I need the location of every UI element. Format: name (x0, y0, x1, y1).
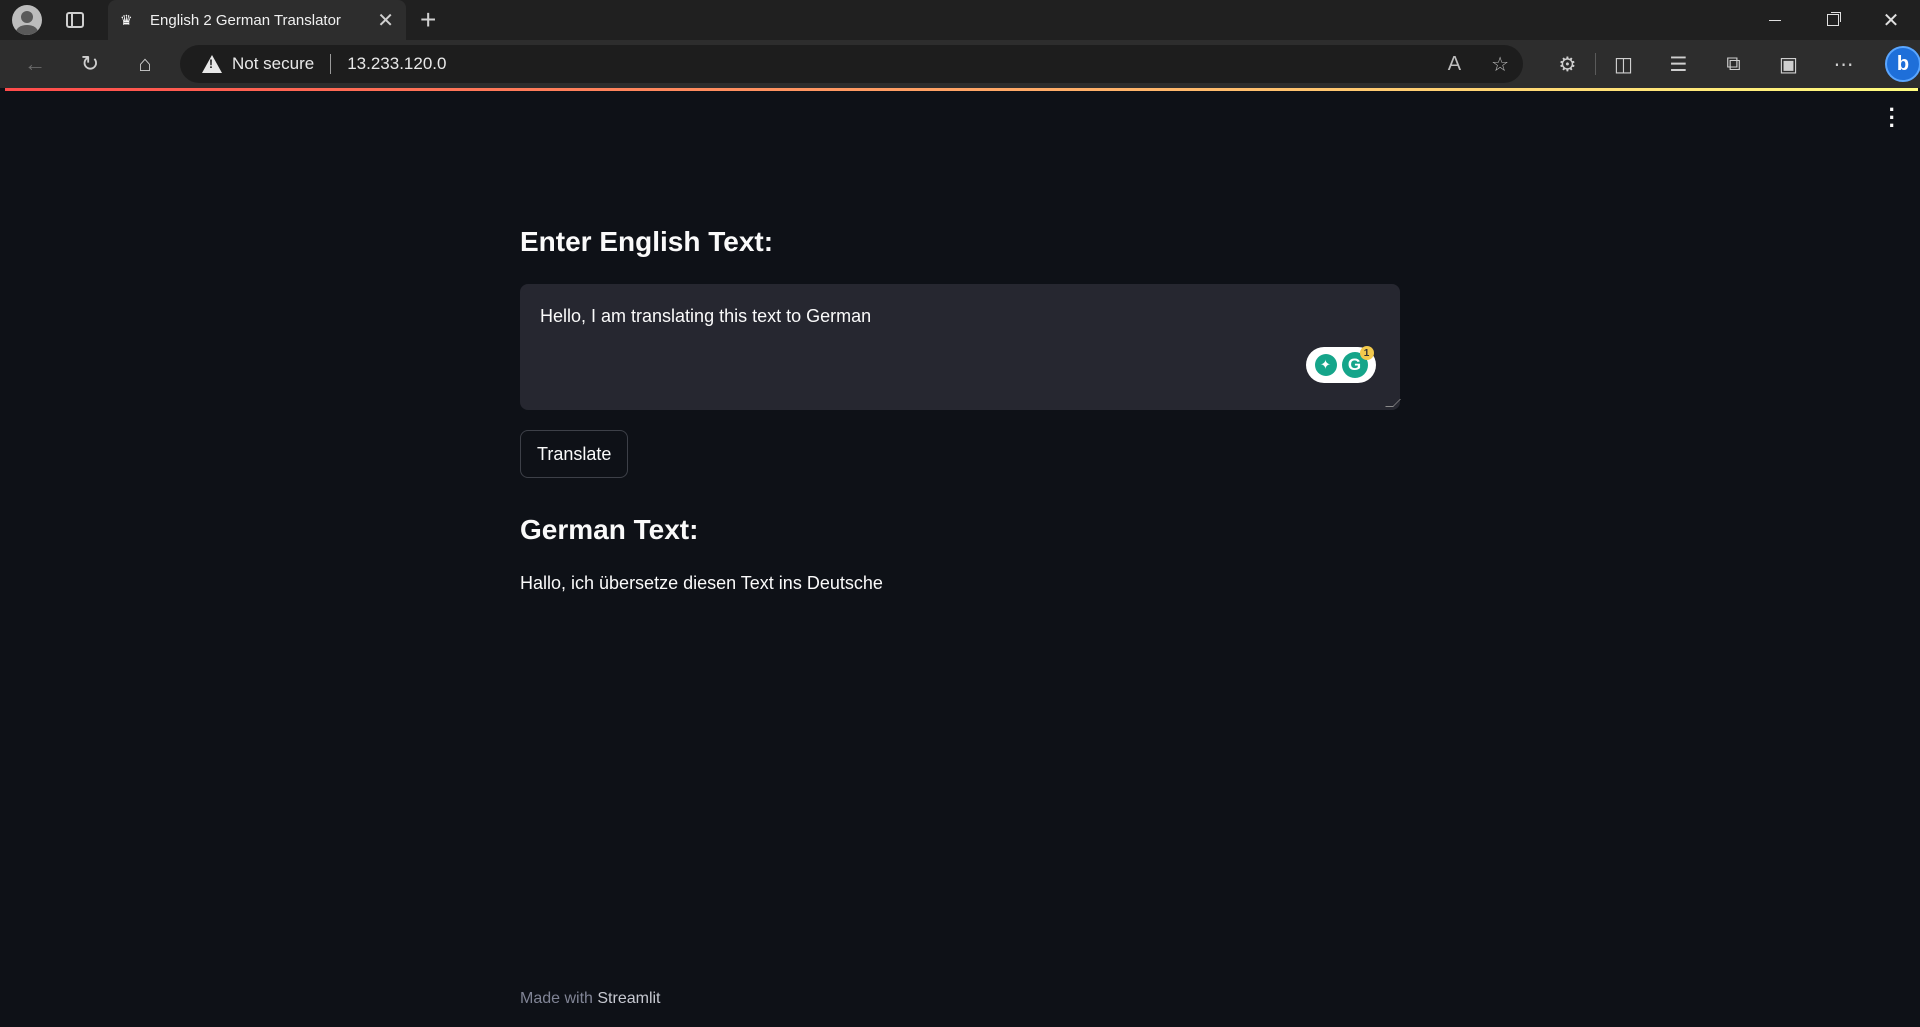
minimize-button[interactable] (1746, 0, 1804, 40)
favorites-icon[interactable]: ☰ (1651, 40, 1706, 88)
restore-button[interactable] (1804, 0, 1862, 40)
address-bar-actions: A ☆ (1448, 45, 1509, 83)
tab-close-icon[interactable]: ✕ (377, 8, 394, 33)
browser-toolbar: ← ↻ ⌂ Not secure 13.233.120.0 A ☆ ⚙ ◫ ☰ … (0, 40, 1920, 88)
tab-actions-icon[interactable] (66, 12, 84, 28)
browser-tab-strip: ♛ English 2 German Translator ✕ + ✕ (0, 0, 1920, 40)
bing-copilot-icon[interactable]: b (1885, 46, 1920, 82)
lightbulb-icon[interactable]: ✦ (1314, 354, 1337, 376)
minimize-icon (1769, 19, 1781, 21)
translate-button[interactable]: Translate (520, 430, 629, 478)
browser-tab[interactable]: ♛ English 2 German Translator ✕ (108, 0, 406, 40)
home-icon[interactable]: ⌂ (125, 44, 165, 84)
grammarly-widget[interactable]: ✦ G 1 (1306, 346, 1376, 383)
math-solver-icon[interactable]: ▣ (1761, 40, 1816, 88)
address-bar[interactable]: Not secure 13.233.120.0 A ☆ (180, 45, 1523, 83)
english-text-area-container (520, 284, 1401, 410)
collections-icon[interactable]: ⧉ (1706, 40, 1761, 88)
app-viewport: ··· Enter English Text: Translate German… (5, 88, 1918, 1027)
read-aloud-icon[interactable]: A (1448, 53, 1461, 76)
profile-avatar-icon[interactable] (12, 5, 42, 35)
security-label[interactable]: Not secure (232, 54, 314, 74)
input-heading: Enter English Text: (520, 226, 774, 257)
restore-icon (1827, 14, 1839, 26)
more-menu-icon[interactable]: ⋯ (1816, 40, 1871, 88)
grammarly-g-icon[interactable]: G 1 (1341, 346, 1374, 378)
streamlit-link[interactable]: Streamlit (597, 990, 660, 1007)
new-tab-icon[interactable]: + (420, 4, 436, 36)
extensions-icon[interactable]: ⚙ (1540, 40, 1595, 88)
english-text-input[interactable] (520, 284, 1400, 410)
favorite-star-icon[interactable]: ☆ (1491, 52, 1509, 77)
back-arrow-icon[interactable]: ← (15, 44, 55, 84)
refresh-icon[interactable]: ↻ (70, 44, 110, 84)
toolbar-right: ⚙ ◫ ☰ ⧉ ▣ ⋯ b (1540, 40, 1920, 88)
tab-title: English 2 German Translator (150, 11, 341, 29)
streamlit-crown-icon: ♛ (120, 11, 133, 28)
window-controls: ✕ (1746, 0, 1920, 40)
url-text[interactable]: 13.233.120.0 (347, 54, 446, 74)
footer: Made with Streamlit (520, 990, 661, 1008)
output-heading: German Text: (520, 514, 699, 545)
german-output-text: Hallo, ich übersetze diesen Text ins Deu… (520, 573, 883, 593)
grammarly-badge: 1 (1359, 346, 1374, 360)
address-separator (330, 54, 332, 74)
split-screen-icon[interactable]: ◫ (1596, 40, 1651, 88)
warning-icon[interactable] (202, 55, 222, 73)
footer-prefix: Made with (520, 990, 593, 1007)
close-window-button[interactable]: ✕ (1862, 0, 1920, 40)
header-decoration-bar (5, 88, 1918, 91)
main-menu-icon[interactable]: · · · (1889, 99, 1896, 137)
